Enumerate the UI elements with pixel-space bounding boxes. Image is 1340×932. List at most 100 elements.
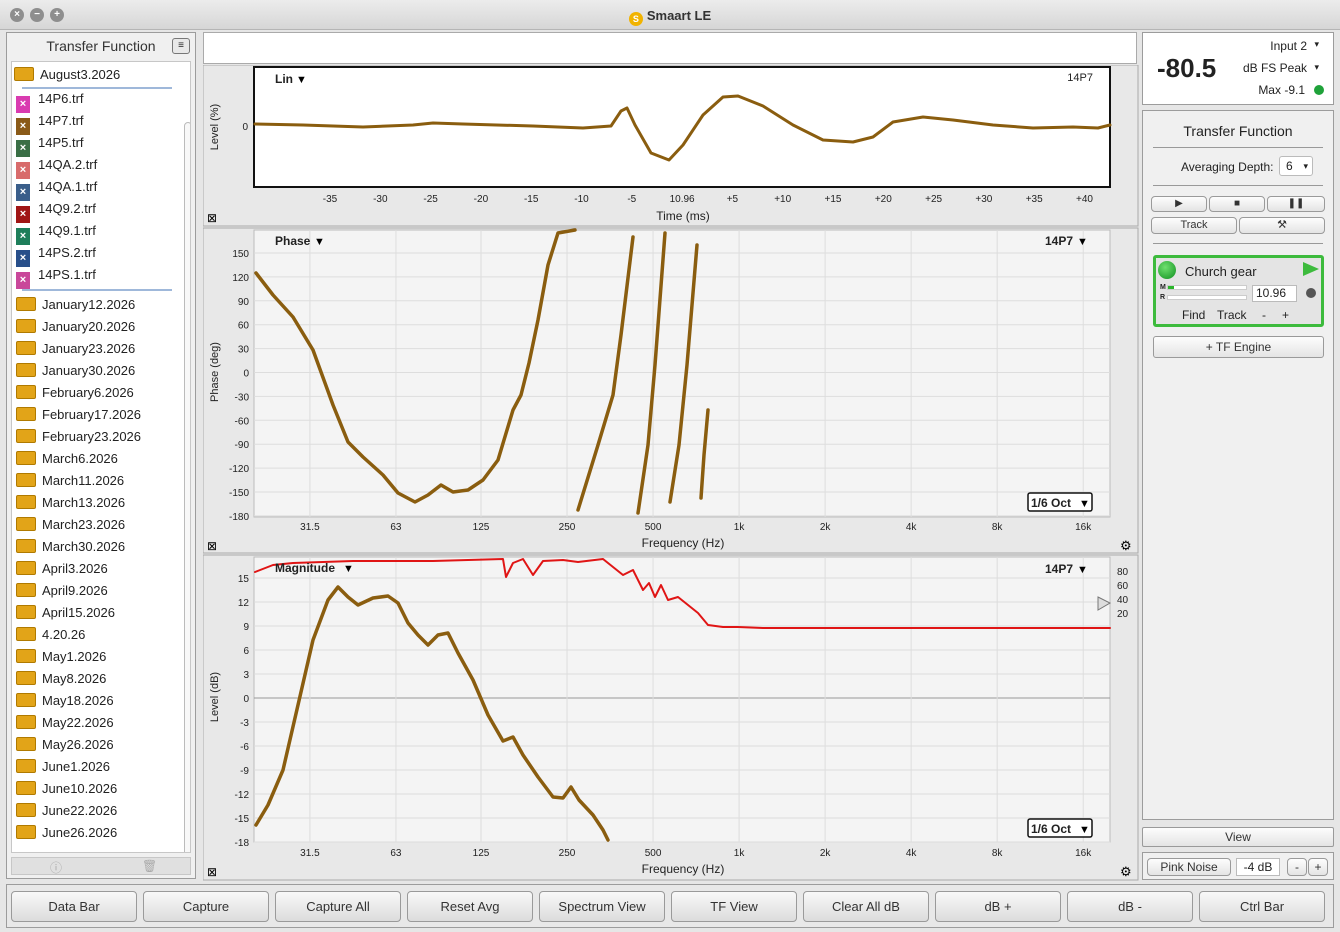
folder-icon (16, 407, 36, 421)
folder-item[interactable]: March13.2026 (16, 492, 125, 514)
tf-engine-card[interactable]: Church gear M R 10.96 Find Track - + (1153, 255, 1324, 327)
generator-plus-button[interactable]: + (1308, 858, 1328, 876)
gear-icon[interactable]: ⚙ (1120, 538, 1132, 553)
file-item[interactable]: × 14P7.trf (16, 110, 84, 135)
delay-minus-button[interactable]: - (1262, 308, 1266, 322)
folder-item[interactable]: April15.2026 (16, 602, 115, 624)
folder-item[interactable]: January30.2026 (16, 360, 135, 382)
track-delay-button[interactable]: Track (1217, 308, 1247, 322)
averaging-depth-value: 6 (1286, 159, 1293, 173)
folder-item[interactable]: June22.2026 (16, 800, 117, 822)
file-item[interactable]: × 14Q9.2.trf (16, 198, 96, 223)
impulse-x-tick: +15 (825, 194, 842, 205)
track-button[interactable]: Track (1151, 217, 1237, 234)
find-delay-button[interactable]: Find (1182, 308, 1205, 322)
file-browser-menu-button[interactable]: ≡ (172, 38, 190, 54)
generator-level-input[interactable]: -4 dB (1236, 858, 1280, 876)
close-pane-icon[interactable]: ⊠ (207, 539, 217, 553)
folder-item[interactable]: May18.2026 (16, 690, 114, 712)
close-pane-icon[interactable]: ⊠ (207, 211, 217, 225)
folder-item[interactable]: January12.2026 (16, 294, 135, 316)
engine-on-button[interactable] (1158, 261, 1176, 279)
folder-item[interactable]: January23.2026 (16, 338, 135, 360)
delay-indicator-icon[interactable] (1306, 288, 1316, 298)
folder-item[interactable]: March30.2026 (16, 536, 125, 558)
file-item[interactable]: × 14Q9.1.trf (16, 220, 96, 245)
meter-input-select[interactable]: Input 2 (1270, 39, 1307, 53)
pink-noise-button[interactable]: Pink Noise (1147, 858, 1231, 876)
info-icon[interactable]: ⓘ (50, 859, 62, 876)
toolbar-button-reset-avg[interactable]: Reset Avg (407, 891, 533, 922)
file-list[interactable]: August3.2026 × 14P6.trf × 14P7.trf × 14P5.trf… (11, 61, 191, 853)
folder-item[interactable]: April3.2026 (16, 558, 108, 580)
toolbar-button-spectrum-view[interactable]: Spectrum View (539, 891, 665, 922)
engine-name[interactable]: Church gear (1185, 264, 1257, 279)
folder-item[interactable]: May22.2026 (16, 712, 114, 734)
file-name: 14P7.trf (38, 113, 84, 128)
file-item[interactable]: × 14P5.trf (16, 132, 84, 157)
toolbar-button-db[interactable]: dB + (935, 891, 1061, 922)
pause-button[interactable]: ❚❚ (1267, 196, 1325, 212)
toolbar-button-capture[interactable]: Capture (143, 891, 269, 922)
impulse-x-tick: +40 (1076, 194, 1093, 205)
folder-item[interactable]: May1.2026 (16, 646, 106, 668)
open-folder-row[interactable]: August3.2026 (14, 64, 120, 86)
folder-name: 4.20.26 (42, 627, 86, 642)
folder-item[interactable]: February17.2026 (16, 404, 141, 426)
chevron-down-icon[interactable]: ▼ (296, 74, 307, 86)
magnitude-x-tick: 250 (559, 848, 576, 859)
folder-item[interactable]: January20.2026 (16, 316, 135, 338)
folder-item[interactable]: May8.2026 (16, 668, 106, 690)
delay-input[interactable]: 10.96 (1252, 285, 1297, 302)
file-item[interactable]: × 14PS.2.trf (16, 242, 96, 267)
meter-unit-select[interactable]: dB FS Peak (1243, 61, 1307, 75)
delay-plus-button[interactable]: + (1282, 308, 1289, 322)
folder-item[interactable]: March11.2026 (16, 470, 124, 492)
folder-name: February17.2026 (42, 407, 142, 422)
phase-y-tick: 60 (238, 321, 250, 332)
toolbar-button-ctrl-bar[interactable]: Ctrl Bar (1199, 891, 1325, 922)
folder-item[interactable]: June1.2026 (16, 756, 110, 778)
folder-item[interactable]: March23.2026 (16, 514, 125, 536)
chevron-down-icon[interactable]: ▼ (1077, 564, 1088, 576)
toolbar-button-db[interactable]: dB - (1067, 891, 1193, 922)
chevron-down-icon[interactable]: ▼ (314, 236, 325, 248)
play-button[interactable]: ▶ (1151, 196, 1207, 212)
folder-item[interactable]: February23.2026 (16, 426, 141, 448)
gear-icon[interactable]: ⚙ (1120, 864, 1132, 879)
phase-x-tick: 2k (820, 522, 832, 533)
engine-run-icon[interactable] (1303, 262, 1319, 276)
close-pane-icon[interactable]: ⊠ (207, 865, 217, 879)
view-button[interactable]: View (1142, 827, 1334, 847)
magnitude-mode-selector: Magnitude (275, 561, 335, 575)
file-list-scrollbar[interactable] (184, 122, 190, 852)
folder-item[interactable]: May26.2026 (16, 734, 114, 756)
add-tf-engine-button[interactable]: + TF Engine (1153, 336, 1324, 358)
chevron-down-icon[interactable]: ▼ (343, 563, 354, 575)
folder-name: January12.2026 (42, 297, 136, 312)
toolbar-button-data-bar[interactable]: Data Bar (11, 891, 137, 922)
toolbar-button-capture-all[interactable]: Capture All (275, 891, 401, 922)
trf-file-icon: × (16, 272, 30, 289)
trash-icon[interactable]: 🗑 (142, 859, 157, 873)
toolbar-button-tf-view[interactable]: TF View (671, 891, 797, 922)
toolbar-button-clear-all-db[interactable]: Clear All dB (803, 891, 929, 922)
stop-button[interactable]: ■ (1209, 196, 1265, 212)
file-item[interactable]: × 14QA.1.trf (16, 176, 97, 201)
averaging-depth-select[interactable]: 6 ▾ (1279, 156, 1313, 176)
file-browser-footer: ⓘ 🗑 (11, 857, 191, 875)
chevron-down-icon: ▾ (1314, 62, 1319, 72)
graph-area[interactable]: -35 -30 -25 -20 -15 -10 -5 10.96 +5 +10 +15 +20 +25 +… (203, 65, 1141, 913)
folder-item[interactable]: June10.2026 (16, 778, 117, 800)
folder-item[interactable]: March6.2026 (16, 448, 118, 470)
folder-item[interactable]: April9.2026 (16, 580, 108, 602)
tools-icon[interactable]: ⚒ (1239, 217, 1325, 234)
folder-item[interactable]: February6.2026 (16, 382, 134, 404)
generator-minus-button[interactable]: - (1287, 858, 1307, 876)
folder-item[interactable]: June26.2026 (16, 822, 117, 844)
folder-item[interactable]: 4.20.26 (16, 624, 85, 646)
file-item[interactable]: × 14P6.trf (16, 88, 84, 113)
file-item[interactable]: × 14QA.2.trf (16, 154, 97, 179)
chevron-down-icon[interactable]: ▼ (1077, 236, 1088, 248)
file-item[interactable]: × 14PS.1.trf (16, 264, 96, 289)
